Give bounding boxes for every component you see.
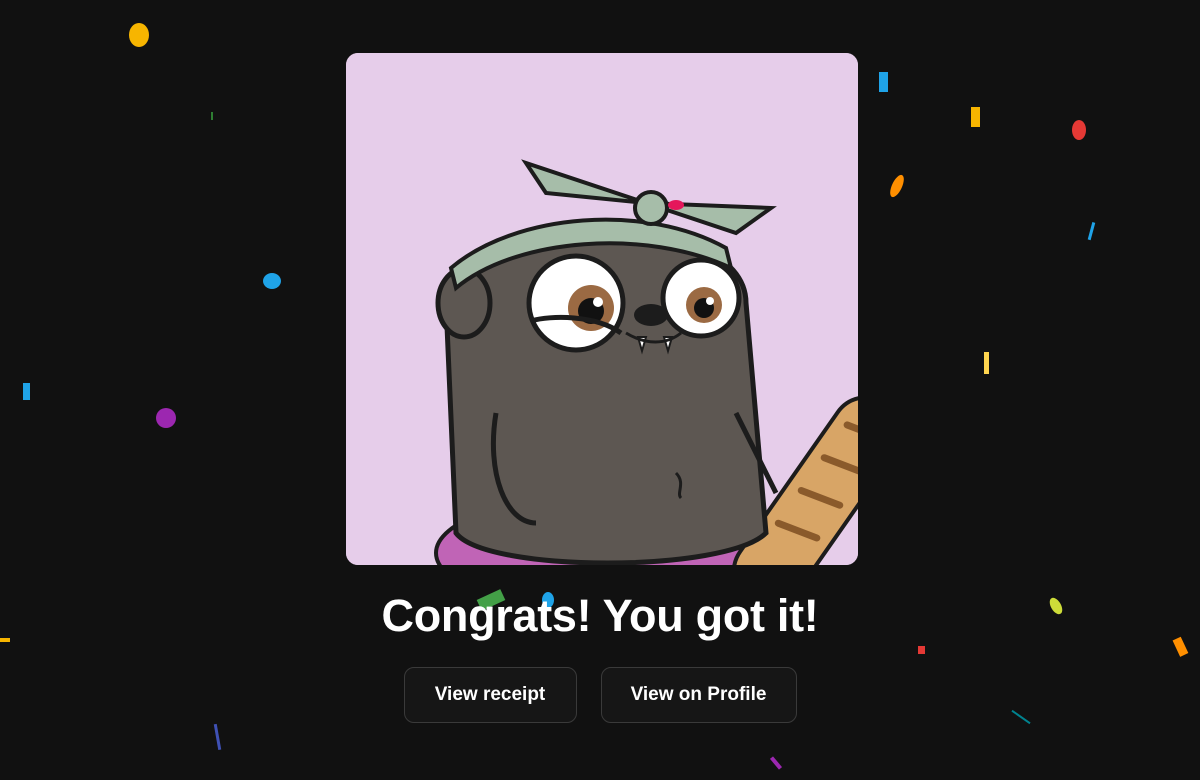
confetti-piece — [1072, 120, 1086, 140]
view-on-profile-button[interactable]: View on Profile — [600, 667, 797, 723]
confetti-piece — [918, 646, 925, 654]
confetti-piece — [879, 72, 888, 92]
confetti-piece — [984, 352, 989, 374]
confetti-piece — [211, 112, 213, 120]
confetti-piece — [156, 408, 176, 428]
confetti-piece — [971, 107, 980, 127]
purchase-success-screen: Congrats! You got it! View receipt View … — [0, 0, 1200, 780]
badger-illustration — [346, 53, 858, 565]
confetti-piece — [129, 23, 149, 47]
action-buttons: View receipt View on Profile — [0, 667, 1200, 723]
confetti-piece — [263, 273, 281, 289]
confetti-piece — [213, 723, 222, 750]
confetti-piece — [23, 383, 30, 400]
confetti-piece — [890, 174, 904, 198]
confetti-piece — [1087, 222, 1096, 241]
view-receipt-button[interactable]: View receipt — [403, 667, 577, 723]
confetti-piece — [769, 756, 783, 770]
nft-image — [346, 53, 858, 565]
success-headline: Congrats! You got it! — [381, 590, 819, 641]
